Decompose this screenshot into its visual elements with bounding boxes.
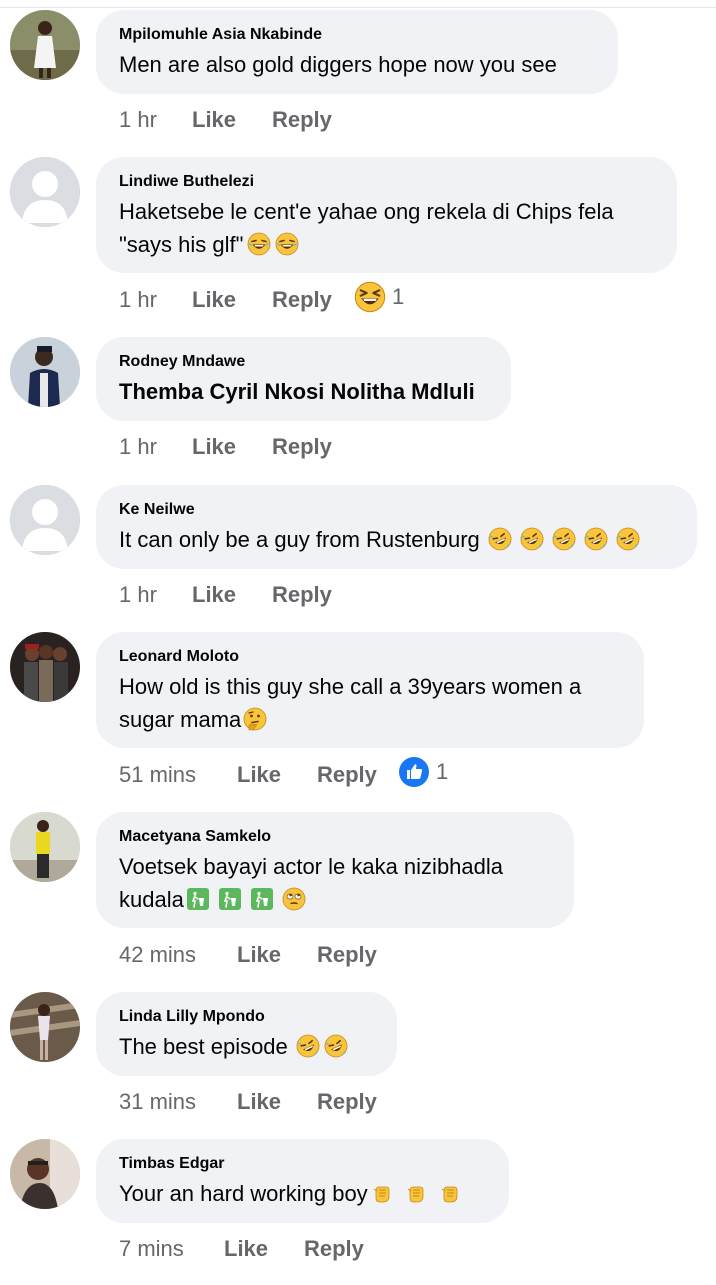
comment-text: Your an hard working boy	[119, 1177, 462, 1210]
like-button[interactable]: Like	[192, 287, 272, 313]
tagged-names-text[interactable]: Themba Cyril Nkosi Nolitha Mdluli	[119, 375, 475, 408]
avatar[interactable]	[10, 632, 80, 702]
comment-actions: 42 mins Like Reply	[119, 942, 377, 968]
tears-of-joy-icon	[247, 232, 271, 256]
comment-actions: 1 hr Like Reply	[119, 287, 332, 313]
reaction-summary[interactable]: 1	[398, 756, 448, 788]
commenter-name[interactable]: Lindiwe Buthelezi	[119, 173, 254, 191]
reply-button[interactable]: Reply	[272, 582, 332, 608]
commenter-name[interactable]: Mpilomuhle Asia Nkabinde	[119, 26, 322, 44]
reply-button[interactable]: Reply	[317, 1089, 377, 1115]
like-button[interactable]: Like	[192, 434, 272, 460]
comment-bubble: Linda Lilly Mpondo The best episode	[96, 992, 397, 1076]
comment-time[interactable]: 1 hr	[119, 434, 192, 460]
comment-bubble: Leonard Moloto How old is this guy she c…	[96, 632, 644, 748]
comment-text: The best episode	[119, 1030, 348, 1063]
comment-text: It can only be a guy from Rustenburg	[119, 523, 640, 556]
like-button[interactable]: Like	[237, 942, 317, 968]
laughing-squint-icon	[354, 281, 386, 313]
avatar[interactable]	[10, 992, 80, 1062]
like-button[interactable]: Like	[192, 582, 272, 608]
comment-actions: 1 hr Like Reply	[119, 107, 332, 133]
comment-text: Haketsebe le cent'e yahae ong rekela di …	[119, 199, 614, 257]
commenter-name[interactable]: Linda Lilly Mpondo	[119, 1008, 265, 1026]
comment-actions: 51 mins Like Reply	[119, 762, 377, 788]
rofl-icon	[520, 527, 544, 551]
commenter-name[interactable]: Rodney Mndawe	[119, 353, 245, 371]
raised-fist-icon	[438, 1181, 462, 1205]
litter-bin-icon	[186, 887, 210, 911]
rofl-icon	[552, 527, 576, 551]
avatar[interactable]	[10, 812, 80, 882]
comment-bubble: Rodney Mndawe Themba Cyril Nkosi Nolitha…	[96, 337, 511, 421]
like-button[interactable]: Like	[224, 1236, 304, 1262]
avatar[interactable]	[10, 485, 80, 555]
comment-bubble: Mpilomuhle Asia Nkabinde Men are also go…	[96, 10, 618, 94]
top-divider	[0, 7, 716, 8]
avatar[interactable]	[10, 10, 80, 80]
like-button[interactable]: Like	[237, 762, 317, 788]
comment-actions: 31 mins Like Reply	[119, 1089, 377, 1115]
comment-text: Voetsek bayayi actor le kaka nizibhadla …	[119, 854, 504, 912]
like-thumb-icon	[398, 756, 430, 788]
comment-time[interactable]: 1 hr	[119, 287, 192, 313]
like-button[interactable]: Like	[192, 107, 272, 133]
avatar[interactable]	[10, 1139, 80, 1209]
comment-text: Men are also gold diggers hope now you s…	[119, 52, 557, 77]
comment-time[interactable]: 1 hr	[119, 107, 192, 133]
comment-text: How old is this guy she call a 39years w…	[119, 674, 582, 732]
reaction-count: 1	[436, 759, 449, 784]
comment-bubble: Macetyana Samkelo Voetsek bayayi actor l…	[96, 812, 574, 928]
comment-bubble: Ke Neilwe It can only be a guy from Rust…	[96, 485, 697, 569]
rofl-icon	[616, 527, 640, 551]
eye-roll-icon	[282, 887, 306, 911]
rofl-icon	[488, 527, 512, 551]
reaction-count: 1	[392, 284, 405, 309]
comment-actions: 1 hr Like Reply	[119, 434, 332, 460]
avatar[interactable]	[10, 337, 80, 407]
reply-button[interactable]: Reply	[317, 762, 377, 788]
rofl-icon	[584, 527, 608, 551]
reply-button[interactable]: Reply	[317, 942, 377, 968]
reply-button[interactable]: Reply	[304, 1236, 364, 1262]
comment-time[interactable]: 31 mins	[119, 1089, 237, 1115]
rofl-icon	[296, 1034, 320, 1058]
litter-bin-icon	[250, 887, 274, 911]
commenter-name[interactable]: Ke Neilwe	[119, 501, 195, 519]
reply-button[interactable]: Reply	[272, 434, 332, 460]
comment-time[interactable]: 42 mins	[119, 942, 237, 968]
rofl-icon	[324, 1034, 348, 1058]
like-button[interactable]: Like	[237, 1089, 317, 1115]
avatar[interactable]	[10, 157, 80, 227]
reply-button[interactable]: Reply	[272, 287, 332, 313]
comment-bubble: Timbas Edgar Your an hard working boy	[96, 1139, 509, 1223]
commenter-name[interactable]: Macetyana Samkelo	[119, 828, 271, 846]
comment-actions: 7 mins Like Reply	[119, 1236, 364, 1262]
raised-fist-icon	[404, 1181, 428, 1205]
litter-bin-icon	[218, 887, 242, 911]
commenter-name[interactable]: Leonard Moloto	[119, 648, 239, 666]
comment-time[interactable]: 7 mins	[119, 1236, 224, 1262]
comment-actions: 1 hr Like Reply	[119, 582, 332, 608]
commenter-name[interactable]: Timbas Edgar	[119, 1155, 225, 1173]
thinking-face-icon	[243, 707, 267, 731]
comment-time[interactable]: 1 hr	[119, 582, 192, 608]
comment-bubble: Lindiwe Buthelezi Haketsebe le cent'e ya…	[96, 157, 677, 273]
tears-of-joy-icon	[275, 232, 299, 256]
reaction-summary[interactable]: 1	[354, 281, 404, 313]
raised-fist-icon	[370, 1181, 394, 1205]
comment-time[interactable]: 51 mins	[119, 762, 237, 788]
reply-button[interactable]: Reply	[272, 107, 332, 133]
